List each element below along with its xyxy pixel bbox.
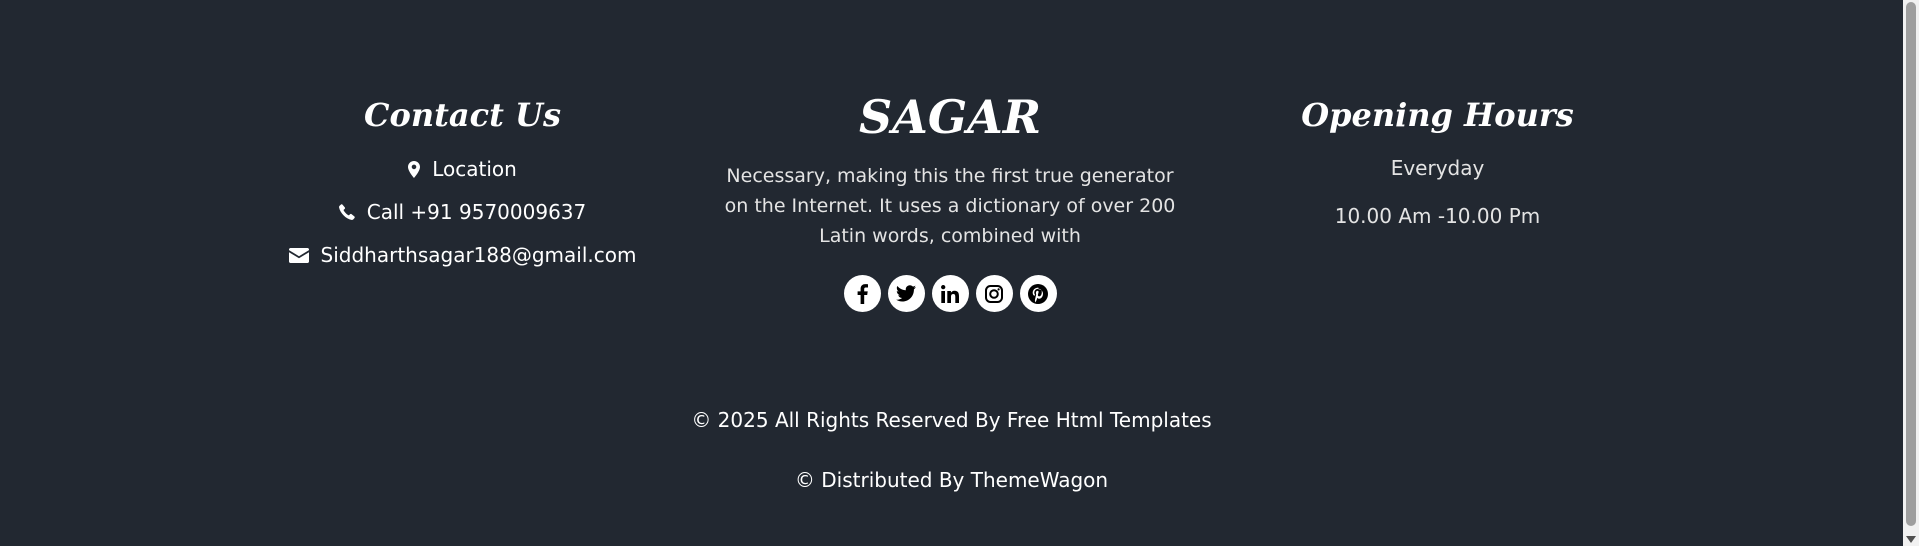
- twitter-link[interactable]: [887, 275, 925, 313]
- facebook-link[interactable]: [843, 275, 881, 313]
- phone-link[interactable]: Call +91 9570009637: [230, 199, 695, 225]
- instagram-link[interactable]: [975, 275, 1013, 313]
- contact-heading: Contact Us: [364, 96, 561, 134]
- scroll-down-arrow-icon[interactable]: [1906, 536, 1916, 543]
- twitter-icon: [896, 285, 916, 302]
- linkedin-icon: [941, 284, 959, 303]
- hours-heading: Opening Hours: [1301, 96, 1574, 134]
- linkedin-link[interactable]: [931, 275, 969, 313]
- pinterest-link[interactable]: [1019, 275, 1057, 313]
- vertical-scrollbar[interactable]: [1903, 0, 1919, 546]
- brand-logo[interactable]: SAGAR: [695, 90, 1205, 145]
- social-links: [695, 275, 1205, 313]
- pinterest-icon: [1028, 283, 1048, 304]
- email-label: Siddharthsagar188@gmail.com: [320, 243, 637, 268]
- instagram-icon: [985, 284, 1003, 303]
- location-link[interactable]: Location: [230, 156, 695, 182]
- scrollbar-thumb[interactable]: [1906, 2, 1916, 526]
- phone-label: Call +91 9570009637: [366, 200, 587, 225]
- hours-days: Everyday: [1390, 156, 1485, 181]
- copyright-text: © 2025 All Rights Reserved By Free Html …: [691, 408, 1212, 432]
- phone-icon: [338, 204, 355, 221]
- hours-time: 10.00 Am -10.00 Pm: [1334, 204, 1541, 229]
- map-marker-icon: [408, 160, 421, 178]
- location-label: Location: [432, 157, 517, 182]
- email-link[interactable]: Siddharthsagar188@gmail.com: [230, 242, 695, 268]
- envelope-icon: [288, 247, 309, 263]
- footer-section: Contact Us Location Call +91 9570009637 …: [0, 0, 1903, 546]
- brand-description: Necessary, making this the first true ge…: [724, 165, 1176, 248]
- contact-column: Contact Us Location Call +91 9570009637 …: [230, 96, 695, 285]
- distributed-text: © Distributed By ThemeWagon: [794, 468, 1109, 492]
- hours-column: Opening Hours Everyday 10.00 Am -10.00 P…: [1205, 96, 1670, 228]
- facebook-icon: [857, 283, 868, 304]
- brand-column: SAGAR Necessary, making this the first t…: [695, 90, 1205, 313]
